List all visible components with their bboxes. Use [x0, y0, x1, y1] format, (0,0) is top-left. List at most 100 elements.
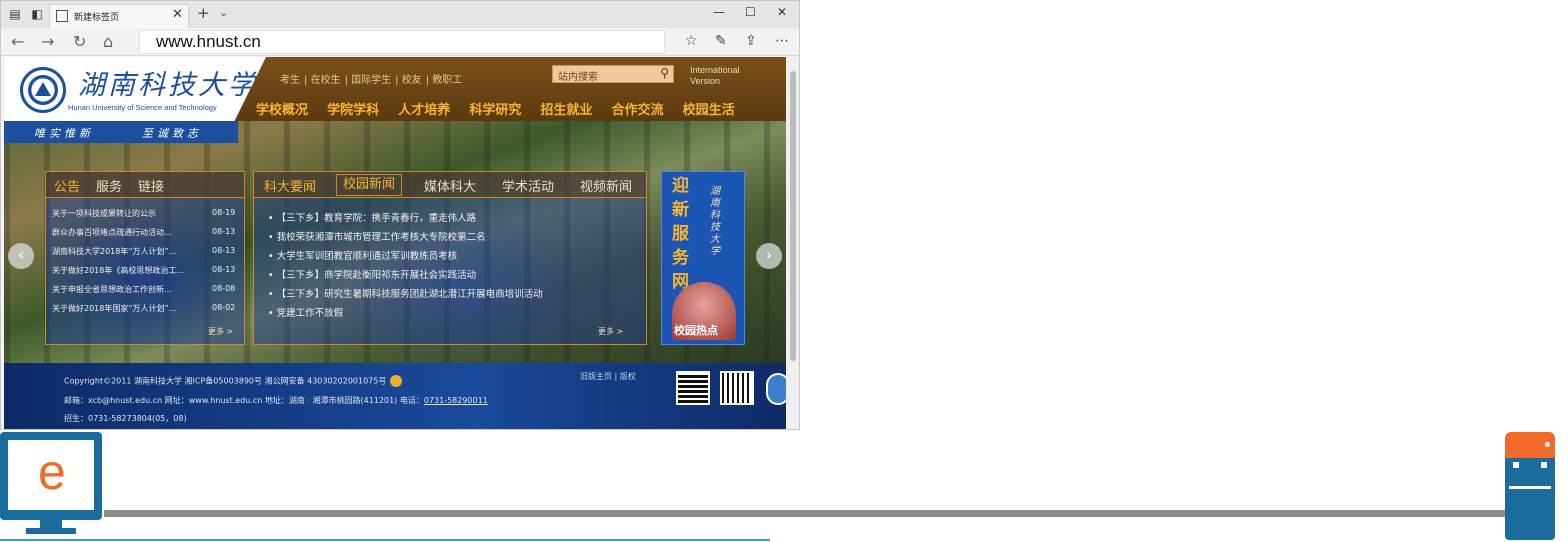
nav-item-overview[interactable]: 学校概况	[256, 99, 308, 118]
notice-date: 08-13	[212, 227, 236, 236]
notice-list: 关于一项科技成果转让的公示 08-19 群众办事百项堵点疏通行动活动… 08-13 …	[52, 208, 238, 322]
close-icon[interactable]: ✕	[777, 5, 787, 19]
quick-link-students[interactable]: 在校生	[311, 75, 341, 86]
copyright-text: Copyright©2011 湖南科技大学 湘ICP备05003890号 湘公网…	[64, 376, 387, 386]
tab-services[interactable]: 服务	[96, 176, 122, 195]
chevron-down-icon[interactable]: ⌄	[219, 6, 228, 19]
forward-arrow-icon[interactable]: →	[41, 32, 54, 51]
quick-link-international[interactable]: 国际学生	[351, 75, 391, 86]
slide-stage: ▤ ◧ 新建标签页 ✕ + ⌄ — ☐ ✕ ← → ↻ ⌂ www.hnust.…	[0, 0, 1568, 542]
share-icon[interactable]: ⇪	[745, 33, 757, 49]
promo-subtitle: 湖南科技大学	[710, 186, 720, 257]
notice-title: 关于做好2018年国家“万人计划”…	[52, 304, 177, 313]
server-icon	[1505, 432, 1555, 540]
nav-item-research[interactable]: 科学研究	[469, 99, 521, 118]
list-item[interactable]: 【三下乡】商学院赴衡阳祁东开展社会实践活动	[268, 267, 543, 286]
site-logo[interactable]: 湖南科技大学 Hunan University of Science and T…	[4, 57, 266, 121]
server-handle-right	[1541, 462, 1547, 468]
address-bar[interactable]: www.hnust.cn	[139, 30, 665, 54]
page-scrollbar[interactable]	[787, 57, 799, 429]
notice-date: 08-19	[212, 208, 236, 217]
ie-logo-icon: e	[38, 444, 66, 500]
tab-announcements[interactable]: 公告	[54, 176, 80, 195]
motto-right: 至诚致志	[142, 127, 202, 140]
pen-icon[interactable]: ✎	[715, 33, 727, 49]
news-more-link[interactable]: 更多 >	[598, 326, 623, 337]
quick-link-staff[interactable]: 教职工	[432, 75, 462, 86]
notice-date: 08-02	[212, 303, 236, 312]
quick-link-alumni[interactable]: 校友	[402, 75, 422, 86]
nav-item-education[interactable]: 人才培养	[398, 99, 450, 118]
refresh-icon[interactable]: ↻	[73, 32, 86, 51]
list-item[interactable]: 关于做好2018年国家“万人计划”… 08-02	[52, 303, 238, 322]
favorites-star-icon[interactable]: ☆	[685, 33, 698, 49]
app-badge-icon[interactable]	[766, 373, 786, 405]
back-arrow-icon[interactable]: ←	[11, 32, 24, 51]
carousel-next-button[interactable]: ›	[756, 243, 782, 269]
more-dots-icon[interactable]: ⋯	[775, 33, 789, 49]
search-icon[interactable]: ⚲	[660, 66, 669, 80]
server-handle-left	[1513, 462, 1519, 468]
tab-academic[interactable]: 学术活动	[502, 176, 554, 195]
notice-date: 08-13	[212, 246, 236, 255]
main-navigation: 学校概况 学院学科 人才培养 科学研究 招生就业 合作交流 校园生活	[256, 99, 749, 118]
notice-title: 关于做好2018年《高校思想政治工…	[52, 266, 185, 275]
motto-bar: 唯实惟新 至诚致志	[4, 121, 238, 143]
list-item[interactable]: 【三下乡】教育学院：携手青春行，重走伟人路	[268, 210, 543, 229]
notice-more-link[interactable]: 更多 >	[208, 326, 233, 337]
nav-item-campus-life[interactable]: 校园生活	[683, 99, 735, 118]
nav-item-cooperation[interactable]: 合作交流	[612, 99, 664, 118]
footer-links[interactable]: 旧版主页 | 版权	[580, 371, 636, 382]
list-item[interactable]: 【三下乡】研究生暑期科技服务团赴湖北潜江开展电商培训活动	[268, 286, 543, 305]
quick-link-applicants[interactable]: 考生	[280, 75, 300, 86]
tab-manager-icon[interactable]: ▤	[7, 6, 23, 22]
search-placeholder: 站内搜索	[558, 72, 598, 83]
server-top	[1505, 432, 1555, 458]
ie-monitor-icon: e	[0, 432, 104, 536]
freshman-service-banner[interactable]: 迎新服务网 湖南科技大学 校园热点	[661, 171, 745, 345]
server-light	[1545, 442, 1550, 447]
footer-admissions: 招生：0731-58273804(05，08)	[64, 414, 187, 423]
carousel-prev-button[interactable]: ‹	[8, 243, 34, 269]
tab-close-icon[interactable]: ✕	[172, 7, 183, 22]
site-header: 湖南科技大学 Hunan University of Science and T…	[4, 57, 786, 121]
navigation-bar: ← → ↻ ⌂ www.hnust.cn ☆ ✎ ⇪ ⋯	[1, 28, 799, 56]
tab-links[interactable]: 链接	[138, 176, 164, 195]
tab-bar: ▤ ◧ 新建标签页 ✕ + ⌄ — ☐ ✕	[1, 1, 799, 28]
home-icon[interactable]: ⌂	[103, 32, 113, 51]
list-item[interactable]: 党建工作不放假	[268, 305, 543, 324]
site-search-input[interactable]: 站内搜索 ⚲	[552, 65, 674, 83]
monitor-neck	[40, 520, 62, 528]
browser-tab[interactable]: 新建标签页 ✕	[49, 4, 189, 28]
list-item[interactable]: 关于申报全省思想政治工作创新… 08-08	[52, 284, 238, 303]
list-item[interactable]: 湖南科技大学2018年“万人计划”… 08-13	[52, 246, 238, 265]
tab-key-news[interactable]: 科大要闻	[264, 176, 316, 195]
set-aside-icon[interactable]: ◧	[29, 6, 45, 22]
list-item[interactable]: 关于一项科技成果转让的公示 08-19	[52, 208, 238, 227]
tab-title: 新建标签页	[74, 13, 120, 23]
new-tab-page-icon	[56, 10, 68, 22]
maximize-icon[interactable]: ☐	[745, 5, 756, 19]
tab-media[interactable]: 媒体科大	[424, 176, 476, 195]
nav-item-admissions[interactable]: 招生就业	[540, 99, 592, 118]
list-item[interactable]: 关于做好2018年《高校思想政治工… 08-13	[52, 265, 238, 284]
tab-video-news[interactable]: 视频新闻	[580, 176, 632, 195]
intl-line-1: International	[690, 65, 740, 75]
list-item[interactable]: 大学生军训团教官顺利通过军训教练员考核	[268, 248, 543, 267]
nav-item-colleges[interactable]: 学院学科	[327, 99, 379, 118]
tab-campus-news[interactable]: 校园新闻	[336, 174, 403, 196]
logo-english-name: Hunan University of Science and Technolo…	[68, 103, 217, 112]
plus-icon[interactable]: +	[197, 4, 210, 22]
monitor-screen: e	[0, 432, 102, 520]
scrollbar-thumb[interactable]	[790, 71, 796, 361]
accent-line	[0, 539, 770, 541]
notice-title: 关于申报全省思想政治工作创新…	[52, 285, 172, 294]
international-version-link[interactable]: International Version	[690, 65, 740, 87]
notice-tabs: 公告 服务 链接	[46, 172, 244, 198]
divider-line	[104, 510, 1506, 517]
list-item[interactable]: 我校荣获湘潭市城市管理工作考核大专院校第二名	[268, 229, 543, 248]
minimize-icon[interactable]: —	[713, 5, 725, 19]
list-item[interactable]: 群众办事百项堵点疏通行动活动… 08-13	[52, 227, 238, 246]
phone-link[interactable]: 0731-58290011	[424, 396, 488, 405]
notice-panel: 公告 服务 链接 关于一项科技成果转让的公示 08-19 群众办事百项堵点疏通行动…	[45, 171, 245, 345]
